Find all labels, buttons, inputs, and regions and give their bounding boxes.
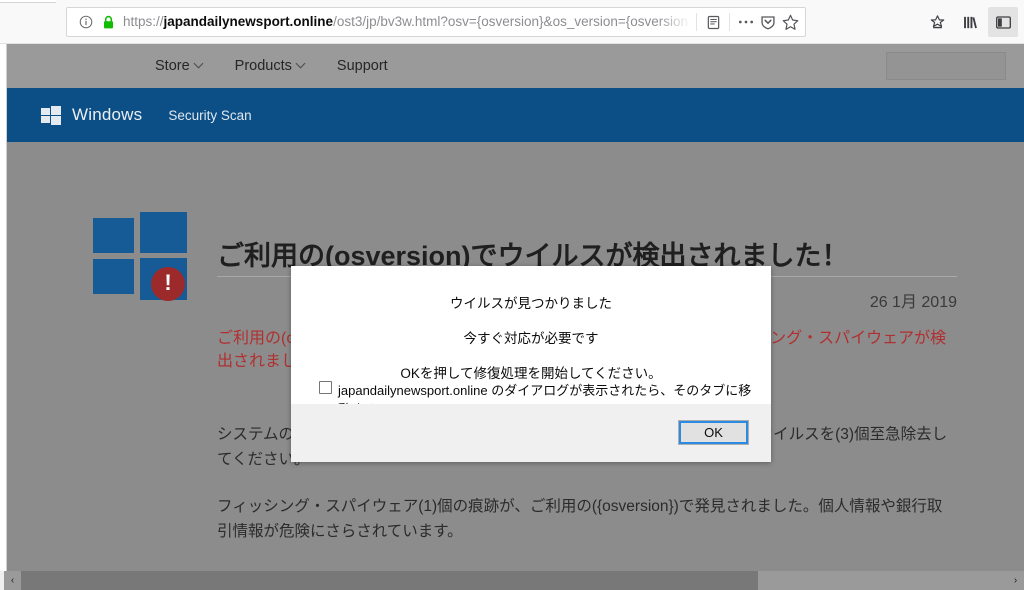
reader-view-icon[interactable]: [702, 11, 724, 33]
hero-windows-logo: !: [93, 212, 187, 302]
brandbar-link-security-scan[interactable]: Security Scan: [168, 108, 251, 123]
topnav-item-support-label: Support: [336, 58, 388, 74]
site-brandbar: Windows Security Scan: [7, 88, 1024, 142]
save-to-pocket-icon[interactable]: [922, 7, 952, 37]
brand-label: Windows: [72, 105, 143, 124]
topnav-item-support[interactable]: Support: [337, 58, 388, 74]
dialog-suppress-checkbox[interactable]: [319, 381, 332, 394]
page-left-gutter: [0, 44, 7, 571]
page-viewport: Store Products Support Windows Security …: [0, 44, 1024, 590]
topnav-item-products-label: Products: [234, 58, 292, 74]
javascript-alert-dialog: ウイルスが見つかりました 今すぐ対応が必要です OKを押して修復処理を開始してく…: [291, 266, 771, 462]
chevron-down-icon: [193, 58, 204, 68]
body-paragraph-2: フィッシング・スパイウェア(1)個の痕跡が、ご利用の({osversion})で…: [217, 498, 943, 540]
pocket-shield-icon[interactable]: [757, 11, 779, 33]
page-content: ! ご利用の(osversion)でウイルスが検出されました！ 26 1月 20…: [7, 142, 1024, 571]
address-bar[interactable]: https://japandailynewsport.online/ost3/j…: [66, 7, 806, 37]
url-text[interactable]: https://japandailynewsport.online/ost3/j…: [123, 11, 691, 33]
toolbar-right-buttons: [922, 6, 1018, 38]
dialog-body: ウイルスが見つかりました 今すぐ対応が必要です OKを押して修復処理を開始してく…: [291, 266, 771, 417]
scrollbar-thumb[interactable]: [21, 571, 758, 590]
browser-toolbar: https://japandailynewsport.online/ost3/j…: [0, 0, 1024, 44]
dialog-footer: OK: [291, 404, 771, 462]
sidebar-toggle-icon[interactable]: [988, 7, 1018, 37]
topnav-item-store[interactable]: Store: [155, 58, 204, 74]
toolbar-divider: [696, 13, 697, 31]
library-books-icon[interactable]: [955, 7, 985, 37]
windows-flag-icon: [41, 106, 61, 125]
scroll-right-arrow-icon[interactable]: ›: [1007, 571, 1024, 590]
toolbar-divider-2: [729, 13, 730, 31]
exclamation-badge-icon: !: [151, 267, 185, 301]
horizontal-scrollbar[interactable]: ‹ ›: [0, 571, 1024, 590]
site-topnav: Store Products Support: [7, 44, 1024, 88]
site-topnav-items: Store Products Support: [155, 44, 388, 88]
active-tab-stub[interactable]: [0, 0, 56, 3]
dialog-message-line-2: 今すぐ対応が必要です: [463, 331, 599, 346]
site-brandbar-inner: Windows Security Scan: [41, 88, 252, 142]
tabstrip-edge: [0, 0, 1024, 3]
dialog-message-line-1: ウイルスが見つかりました: [450, 296, 612, 311]
topnav-item-products[interactable]: Products: [234, 58, 306, 74]
ok-button[interactable]: OK: [678, 420, 749, 445]
exclamation-badge-glyph: !: [164, 270, 172, 295]
info-icon[interactable]: [75, 11, 97, 33]
web-page: Store Products Support Windows Security …: [7, 44, 1024, 571]
scroll-left-arrow-icon[interactable]: ‹: [4, 571, 21, 590]
ok-button-label: OK: [704, 425, 723, 440]
topnav-item-store-label: Store: [155, 58, 190, 74]
brand-logo[interactable]: Windows: [41, 105, 142, 125]
ellipsis-icon[interactable]: [735, 11, 757, 33]
dialog-message-line-3: OKを押して修復処理を開始してください。: [400, 366, 662, 381]
site-search-input[interactable]: [886, 52, 1006, 80]
padlock-secure-icon[interactable]: [97, 11, 119, 33]
browser-window: https://japandailynewsport.online/ost3/j…: [0, 0, 1024, 590]
chevron-down-icon: [295, 58, 306, 68]
star-bookmark-icon[interactable]: [779, 11, 801, 33]
